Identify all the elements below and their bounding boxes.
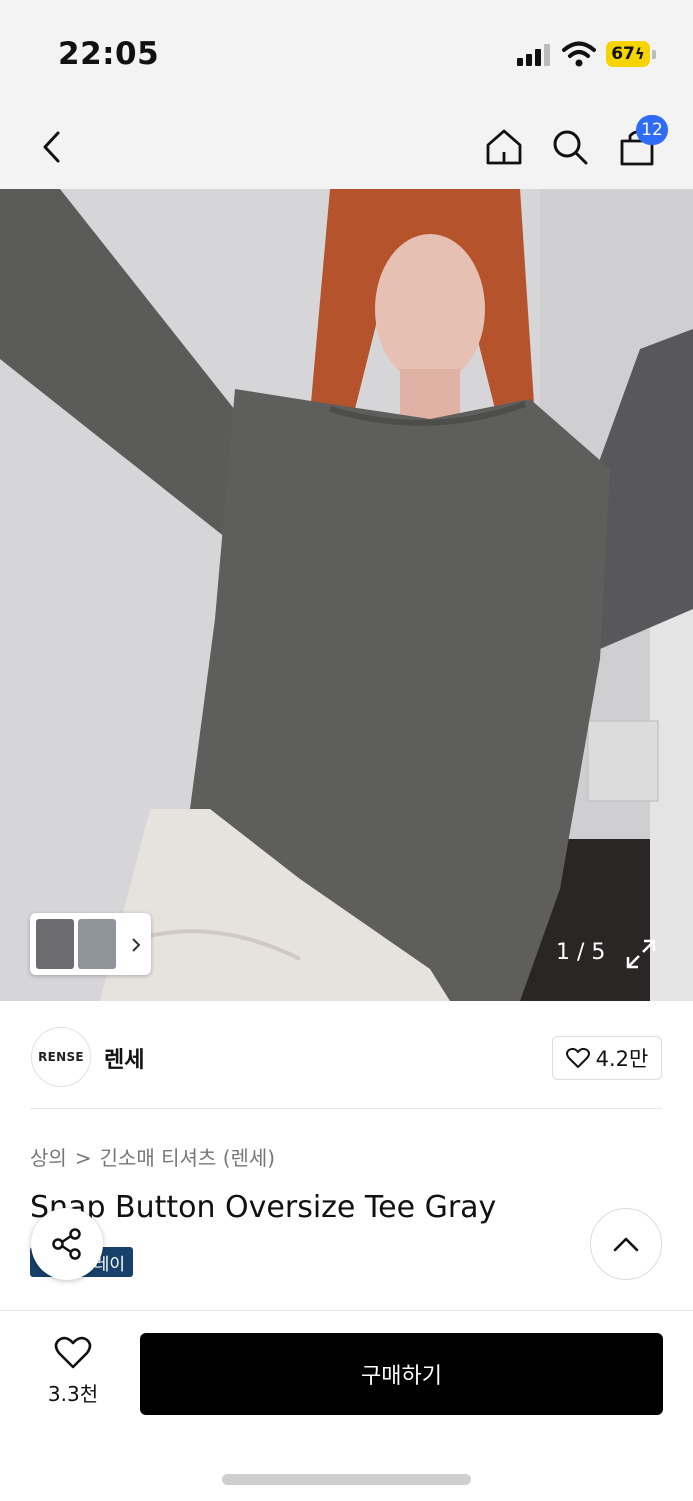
thumbnail-strip[interactable] — [30, 913, 151, 975]
product-image[interactable] — [0, 189, 693, 1001]
chevron-up-icon — [613, 1237, 639, 1252]
breadcrumb: 상의 > 긴소매 티셔츠 (렌세) — [30, 1142, 275, 1171]
back-button[interactable] — [22, 105, 82, 189]
product-photo-illustration — [0, 189, 693, 1001]
home-button[interactable] — [474, 105, 534, 189]
back-chevron-icon — [43, 131, 60, 163]
search-button[interactable] — [540, 105, 600, 189]
battery-cap — [652, 50, 656, 59]
wifi-icon — [562, 41, 596, 67]
breadcrumb-separator: > — [74, 1146, 92, 1170]
scroll-top-button[interactable] — [590, 1208, 662, 1280]
heart-icon — [565, 1047, 590, 1068]
brand-like-count: 4.2만 — [595, 1047, 649, 1071]
breadcrumb-subcategory[interactable]: 긴소매 티셔츠 (렌세) — [100, 1146, 276, 1170]
divider — [30, 1108, 662, 1109]
brand-like-button[interactable]: 4.2만 — [552, 1036, 662, 1080]
chevron-right-icon — [132, 938, 141, 952]
buy-button[interactable]: 구매하기 — [140, 1333, 663, 1415]
battery-charging-icon: 67 ϟ — [606, 41, 650, 67]
wishlist-button[interactable]: 3.3천 — [30, 1336, 116, 1407]
share-icon — [52, 1228, 81, 1260]
cart-count-badge: 12 — [636, 115, 668, 145]
home-indicator — [222, 1474, 471, 1485]
search-icon — [553, 130, 588, 165]
share-button[interactable] — [31, 1208, 103, 1280]
breadcrumb-category[interactable]: 상의 — [30, 1146, 67, 1170]
product-title: Snap Button Oversize Tee Gray — [30, 1190, 497, 1225]
thumbnail-1[interactable] — [36, 919, 74, 969]
brand-name[interactable]: 렌세 — [104, 1042, 144, 1074]
expand-arrows-icon[interactable] — [624, 937, 658, 971]
thumbnail-2[interactable] — [78, 919, 116, 969]
cellular-signal-icon — [517, 44, 551, 66]
home-icon — [486, 129, 522, 165]
wishlist-count: 3.3천 — [47, 1382, 99, 1406]
heart-icon — [54, 1336, 92, 1369]
top-nav-bar — [0, 105, 693, 189]
brand-logo[interactable]: RENSE — [31, 1027, 91, 1087]
status-bar: 22:05 67 ϟ — [0, 0, 693, 105]
image-counter: 1 / 5 — [556, 940, 606, 965]
status-time: 22:05 — [58, 36, 160, 72]
battery-level: 67 — [611, 44, 635, 64]
